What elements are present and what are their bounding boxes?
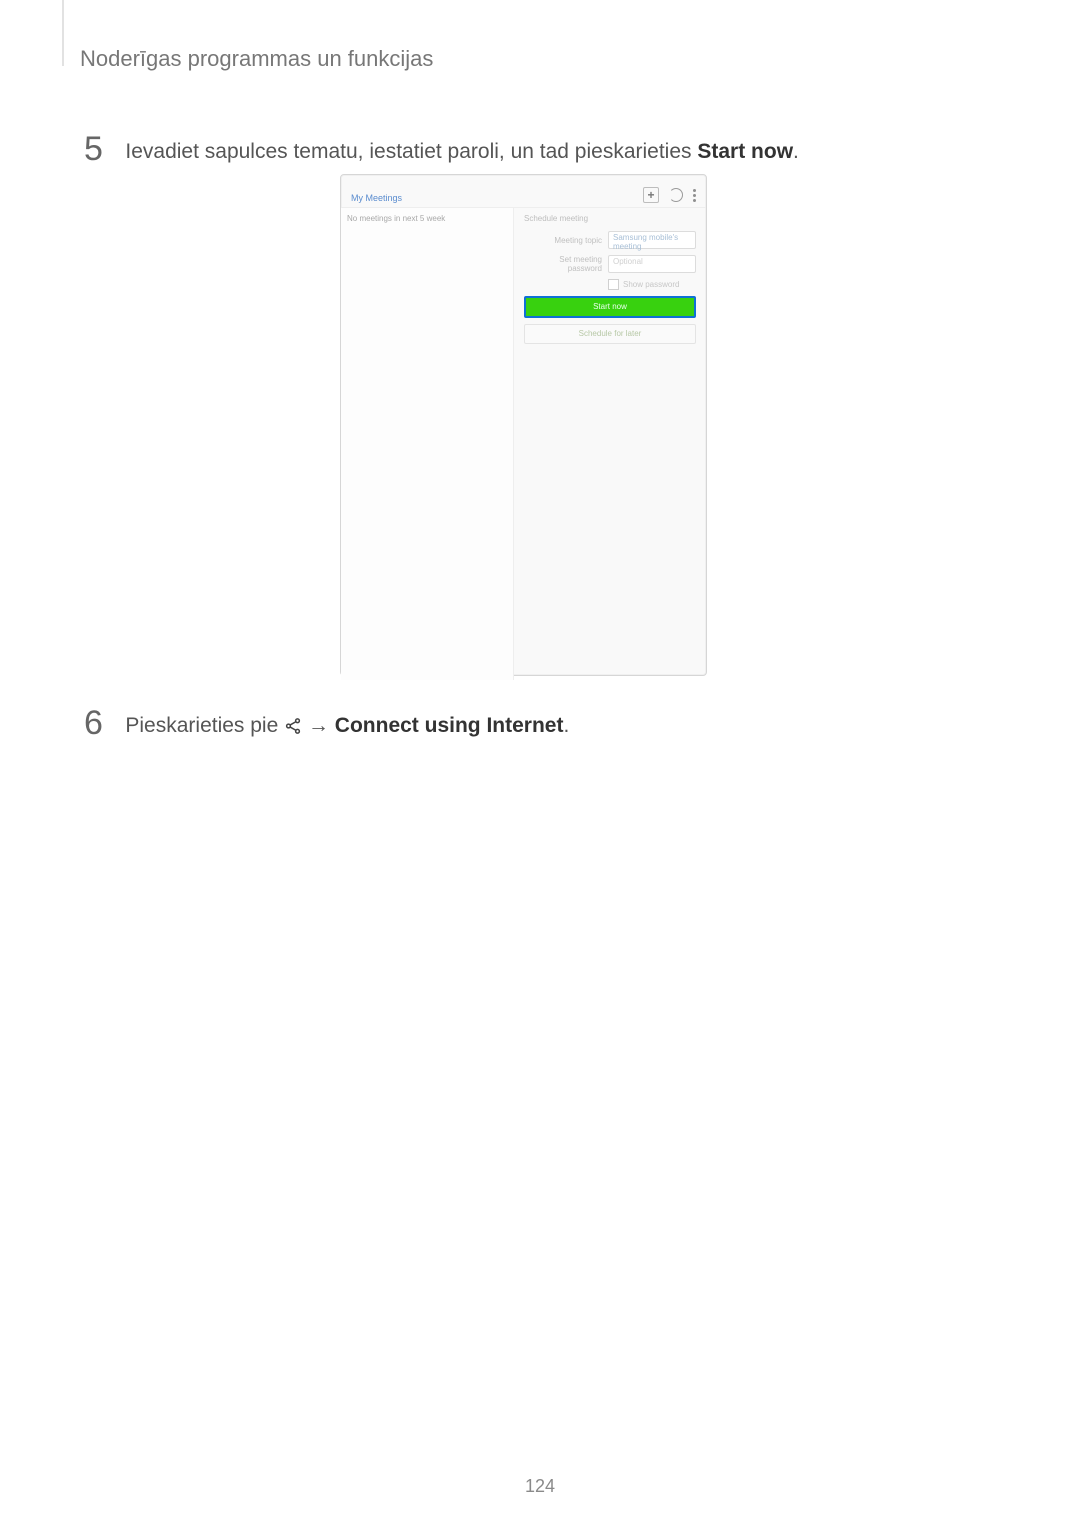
refresh-icon[interactable] [669, 188, 683, 202]
text: . [563, 714, 569, 737]
page-number: 124 [0, 1476, 1080, 1497]
step-6: 6 Pieskarieties pie → Connect using Inte… [84, 706, 569, 743]
password-label: Set meeting password [524, 255, 608, 273]
topic-label: Meeting topic [524, 236, 608, 245]
showpwd-row: Show password [608, 279, 696, 290]
device-header: My Meetings + [341, 175, 706, 207]
text: Pieskarieties pie [125, 714, 284, 737]
show-password-label: Show password [623, 280, 679, 289]
step-5: 5 Ievadiet sapulces tematu, iestatiet pa… [84, 132, 799, 166]
more-icon[interactable] [693, 189, 696, 202]
margin-rule [62, 0, 64, 66]
schedule-later-button[interactable]: Schedule for later [524, 324, 696, 344]
device-toolbar: + [643, 187, 696, 203]
step-number: 5 [84, 132, 103, 166]
document-page: Noderīgas programmas un funkcijas 5 Ieva… [0, 0, 1080, 1527]
device-title: My Meetings [351, 193, 643, 203]
topic-row: Meeting topic Samsung mobile's meeting [524, 231, 696, 249]
pane-title: Schedule meeting [524, 214, 696, 223]
device-sidebar: No meetings in next 5 week [341, 208, 514, 680]
emphasis: Start now [697, 140, 793, 163]
device-body: No meetings in next 5 week Schedule meet… [341, 207, 706, 680]
start-now-button[interactable]: Start now [524, 296, 696, 318]
topic-input[interactable]: Samsung mobile's meeting [608, 231, 696, 249]
add-icon[interactable]: + [643, 187, 659, 203]
step-5-text: Ievadiet sapulces tematu, iestatiet paro… [125, 132, 799, 166]
device-mockup: My Meetings + No meetings in next 5 week… [340, 174, 707, 676]
share-icon [284, 715, 302, 743]
step-number: 6 [84, 706, 103, 740]
device-main: Schedule meeting Meeting topic Samsung m… [514, 208, 706, 680]
step-6-text: Pieskarieties pie → Connect using Intern… [125, 706, 569, 743]
section-title: Noderīgas programmas un funkcijas [80, 46, 433, 72]
show-password-checkbox[interactable] [608, 279, 619, 290]
emphasis: Connect using Internet [335, 714, 564, 737]
text: Ievadiet sapulces tematu, iestatiet paro… [125, 140, 697, 163]
text: . [793, 140, 799, 163]
arrow: → [302, 714, 335, 737]
password-input[interactable]: Optional [608, 255, 696, 273]
password-row: Set meeting password Optional [524, 255, 696, 273]
